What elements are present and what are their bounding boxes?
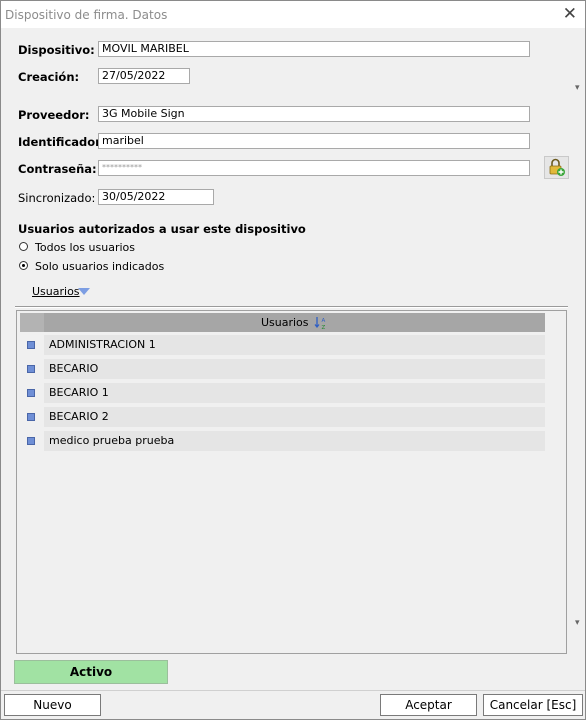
- user-cell[interactable]: medico prueba prueba: [44, 431, 545, 451]
- radio-todos[interactable]: [19, 242, 28, 251]
- close-icon[interactable]: ✕: [563, 4, 577, 24]
- usuarios-section-heading: Usuarios autorizados a usar este disposi…: [18, 222, 306, 236]
- aceptar-button[interactable]: Aceptar: [380, 694, 477, 716]
- dispositivo-label: Dispositivo:: [18, 43, 95, 57]
- sincronizado-label: Sincronizado:: [18, 191, 96, 205]
- dialog-window: Dispositivo de firma. Datos ✕ ▾ ▾ Dispos…: [0, 0, 586, 720]
- row-marker-icon: [27, 365, 35, 373]
- row-marker-icon: [27, 413, 35, 421]
- window-title: Dispositivo de firma. Datos: [5, 8, 168, 22]
- row-marker-icon: [27, 437, 35, 445]
- svg-text:A: A: [322, 318, 326, 324]
- sort-az-icon[interactable]: A Z: [314, 316, 328, 330]
- column-header-label: Usuarios: [260, 316, 309, 329]
- dropdown-triangle-icon[interactable]: [78, 288, 90, 295]
- creacion-field[interactable]: 27/05/2022: [98, 68, 190, 84]
- lock-add-icon: [549, 158, 565, 176]
- user-cell[interactable]: ADMINISTRACION 1: [44, 335, 545, 355]
- row-marker-icon: [27, 341, 35, 349]
- cancelar-button[interactable]: Cancelar [Esc]: [483, 694, 583, 716]
- proveedor-label: Proveedor:: [18, 108, 90, 122]
- status-activo-indicator[interactable]: Activo: [14, 660, 168, 684]
- user-cell[interactable]: BECARIO 2: [44, 407, 545, 427]
- radio-todos-label[interactable]: Todos los usuarios: [35, 241, 135, 254]
- svg-text:Z: Z: [322, 325, 326, 330]
- sincronizado-field[interactable]: 30/05/2022: [98, 189, 214, 205]
- table-row[interactable]: BECARIO 2: [20, 407, 545, 427]
- vertical-scrollbar[interactable]: ▾ ▾: [573, 28, 585, 668]
- table-row[interactable]: BECARIO: [20, 359, 545, 379]
- proveedor-field[interactable]: 3G Mobile Sign: [98, 106, 530, 122]
- password-field[interactable]: **********: [98, 160, 530, 176]
- scroll-arrow-icon[interactable]: ▾: [575, 83, 580, 93]
- radio-solo-indicados[interactable]: [19, 261, 28, 270]
- change-password-button[interactable]: [544, 156, 569, 179]
- table-row[interactable]: ADMINISTRACION 1: [20, 335, 545, 355]
- scroll-arrow-icon[interactable]: ▾: [575, 618, 580, 628]
- user-cell[interactable]: BECARIO: [44, 359, 545, 379]
- contrasena-label: Contraseña:: [18, 162, 97, 176]
- radio-solo-indicados-label[interactable]: Solo usuarios indicados: [35, 260, 164, 273]
- identificador-field[interactable]: maribel: [98, 133, 530, 149]
- nuevo-button[interactable]: Nuevo: [4, 694, 101, 716]
- table-row[interactable]: medico prueba prueba: [20, 431, 545, 451]
- footer-divider: [1, 690, 585, 691]
- identificador-label: Identificador:: [18, 135, 106, 149]
- user-cell[interactable]: BECARIO 1: [44, 383, 545, 403]
- usuarios-menu[interactable]: Usuarios: [32, 285, 80, 298]
- dispositivo-field[interactable]: MOVIL MARIBEL: [98, 41, 530, 57]
- grid-corner-header: [20, 313, 44, 332]
- grid-column-header-usuarios[interactable]: Usuarios A Z: [44, 313, 545, 332]
- table-row[interactable]: BECARIO 1: [20, 383, 545, 403]
- row-marker-icon: [27, 389, 35, 397]
- divider: [15, 306, 568, 308]
- users-grid[interactable]: Usuarios A Z ADMINISTRACION 1 BECARIO BE…: [16, 310, 567, 654]
- title-bar: Dispositivo de firma. Datos ✕: [1, 1, 585, 28]
- creacion-label: Creación:: [18, 70, 80, 84]
